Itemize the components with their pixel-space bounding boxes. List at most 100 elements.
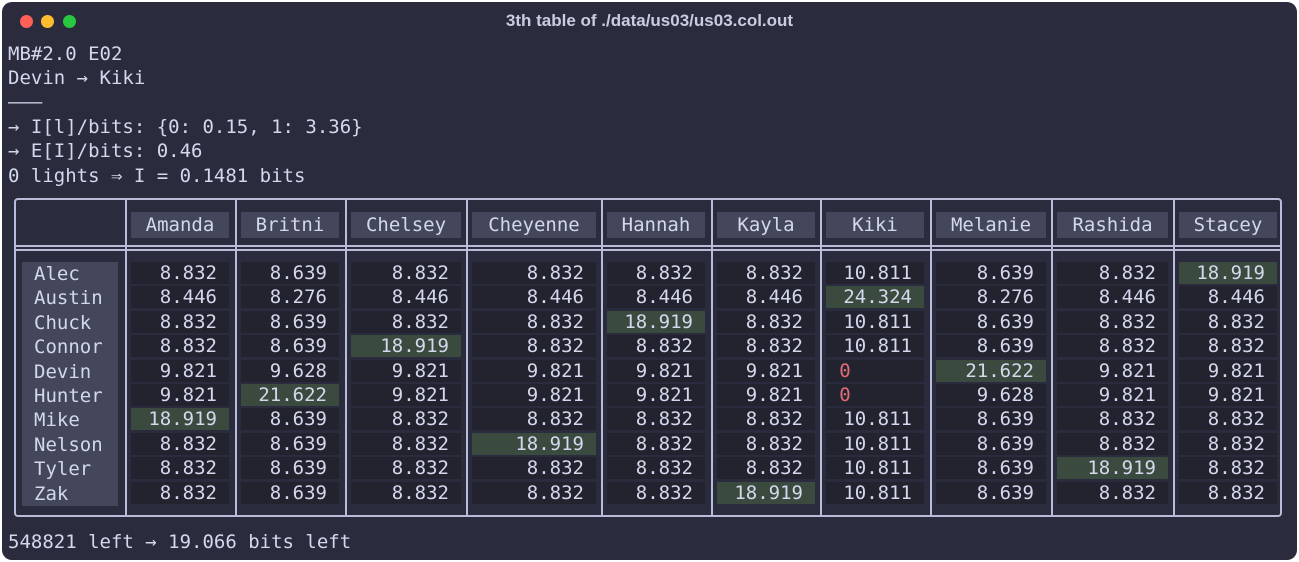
table-cell: 18.919 xyxy=(1196,262,1265,284)
table-cell: 8.832 xyxy=(1207,310,1265,333)
table-cell: 8.832 xyxy=(159,432,217,455)
row-label-zak: Zak xyxy=(34,482,69,505)
table-cell: 8.832 xyxy=(745,457,803,480)
table-cell: 8.832 xyxy=(159,481,217,504)
table-cell: 9.821 xyxy=(1098,359,1156,382)
table-cell: 8.832 xyxy=(1098,432,1156,455)
table-cell: 8.832 xyxy=(635,481,693,504)
table-cell: 9.821 xyxy=(1098,384,1156,406)
table-cell: 8.832 xyxy=(159,310,217,333)
table-cell: 9.821 xyxy=(159,359,217,382)
table-cell: 8.832 xyxy=(1098,262,1156,284)
table-cell: 8.446 xyxy=(391,286,449,309)
table-cell: 9.821 xyxy=(635,359,693,382)
table-cell: 10.811 xyxy=(843,457,912,480)
table-cell: 9.821 xyxy=(526,359,584,382)
window-title: 3th table of ./data/us03/us03.col.out xyxy=(505,11,794,30)
table-cell: 8.832 xyxy=(159,262,217,284)
column-header-amanda: Amanda xyxy=(131,212,229,238)
row-label-panel: Alec Austin Chuck Connor Devin Hunter Mike Nels… xyxy=(22,262,118,506)
table-cell: 24.324 xyxy=(843,286,912,309)
header-line-2: Devin → Kiki xyxy=(8,67,146,89)
table-cell: 10.811 xyxy=(843,408,912,431)
table-cell: 8.832 xyxy=(745,262,803,284)
column-header-hannah: Hannah xyxy=(607,212,705,238)
header-line-1: MB#2.0 E02 xyxy=(8,43,123,65)
table-cell: 9.821 xyxy=(1207,359,1265,382)
header-line-5: → E[I]/bits: 0.46 xyxy=(8,140,203,162)
table-cell: 18.919 xyxy=(148,408,217,431)
table-cell: 8.832 xyxy=(745,310,803,333)
column-header-chelsey: Chelsey xyxy=(351,212,461,238)
table-cell: 9.821 xyxy=(526,384,584,406)
table-cell: 10.811 xyxy=(843,335,912,358)
table-cell: 8.832 xyxy=(391,262,449,284)
row-label-austin: Austin xyxy=(34,287,103,310)
table-cell: 8.446 xyxy=(745,286,803,309)
column-separator xyxy=(820,200,822,515)
table-cell: 8.832 xyxy=(526,335,584,358)
table-cell: 8.832 xyxy=(635,262,693,284)
table-cell: 8.639 xyxy=(269,335,327,358)
header-line-4: → I[l]/bits: {0: 0.15, 1: 3.36} xyxy=(8,116,363,138)
table-cell: 8.446 xyxy=(159,286,217,309)
table-cell: 8.639 xyxy=(976,310,1034,333)
column-header-kiki: Kiki xyxy=(826,212,924,238)
table-cell: 8.832 xyxy=(159,335,217,358)
table-cell: 9.628 xyxy=(976,384,1034,406)
column-header-melanie: Melanie xyxy=(936,212,1046,238)
column-separator xyxy=(235,200,237,515)
row-label-chuck: Chuck xyxy=(34,311,92,334)
row-label-devin: Devin xyxy=(34,360,92,383)
table-cell: 0 xyxy=(839,359,851,382)
table-cell: 8.639 xyxy=(976,335,1034,358)
table-cell: 8.832 xyxy=(635,335,693,358)
table-cell: 10.811 xyxy=(843,432,912,455)
column-separator xyxy=(711,200,713,515)
table-cell: 8.832 xyxy=(1207,408,1265,431)
table-cell: 9.821 xyxy=(1207,384,1265,406)
table-cell: 18.919 xyxy=(1087,457,1156,480)
row-label-connor: Connor xyxy=(34,336,103,359)
table-cell: 8.832 xyxy=(526,481,584,504)
table-cell: 8.832 xyxy=(1207,457,1265,480)
column-separator xyxy=(1051,200,1053,515)
table-cell: 8.832 xyxy=(1098,310,1156,333)
table-cell: 8.639 xyxy=(269,457,327,480)
table-cell: 8.832 xyxy=(526,310,584,333)
table-cell: 18.919 xyxy=(734,481,803,504)
table-cell: 0 xyxy=(839,384,851,406)
table-cell: 8.832 xyxy=(745,408,803,431)
table-cell: 10.811 xyxy=(843,481,912,504)
table-cell: 8.832 xyxy=(159,457,217,480)
table-cell: 10.811 xyxy=(843,262,912,284)
header-divider-bottom xyxy=(16,249,1282,251)
column-separator xyxy=(466,200,468,515)
table-cell: 8.639 xyxy=(976,408,1034,431)
table-cell: 21.622 xyxy=(965,359,1034,382)
table-cell: 8.639 xyxy=(976,457,1034,480)
header-line-3: ——— xyxy=(8,91,43,113)
table-cell: 8.832 xyxy=(1098,481,1156,504)
column-header-kayla: Kayla xyxy=(717,212,815,238)
table-cell: 9.821 xyxy=(159,384,217,406)
table-cell: 8.832 xyxy=(391,310,449,333)
table-cell: 8.832 xyxy=(391,408,449,431)
table-cell: 18.919 xyxy=(624,310,693,333)
table-cell: 8.832 xyxy=(391,481,449,504)
column-separator xyxy=(345,200,347,515)
table-cell: 8.832 xyxy=(1098,335,1156,358)
table-cell: 8.639 xyxy=(269,432,327,455)
row-label-mike: Mike xyxy=(34,409,80,432)
table-cell: 8.446 xyxy=(1098,286,1156,309)
table-cell: 8.276 xyxy=(269,286,327,309)
table-cell: 8.446 xyxy=(635,286,693,309)
column-separator xyxy=(930,200,932,515)
column-separator xyxy=(601,200,603,515)
row-label-hunter: Hunter xyxy=(34,385,103,407)
table-cell: 8.639 xyxy=(269,408,327,431)
table-cell: 18.919 xyxy=(380,335,449,358)
table-cell: 18.919 xyxy=(515,432,584,455)
row-label-nelson: Nelson xyxy=(34,433,103,456)
table-cell: 8.639 xyxy=(976,481,1034,504)
